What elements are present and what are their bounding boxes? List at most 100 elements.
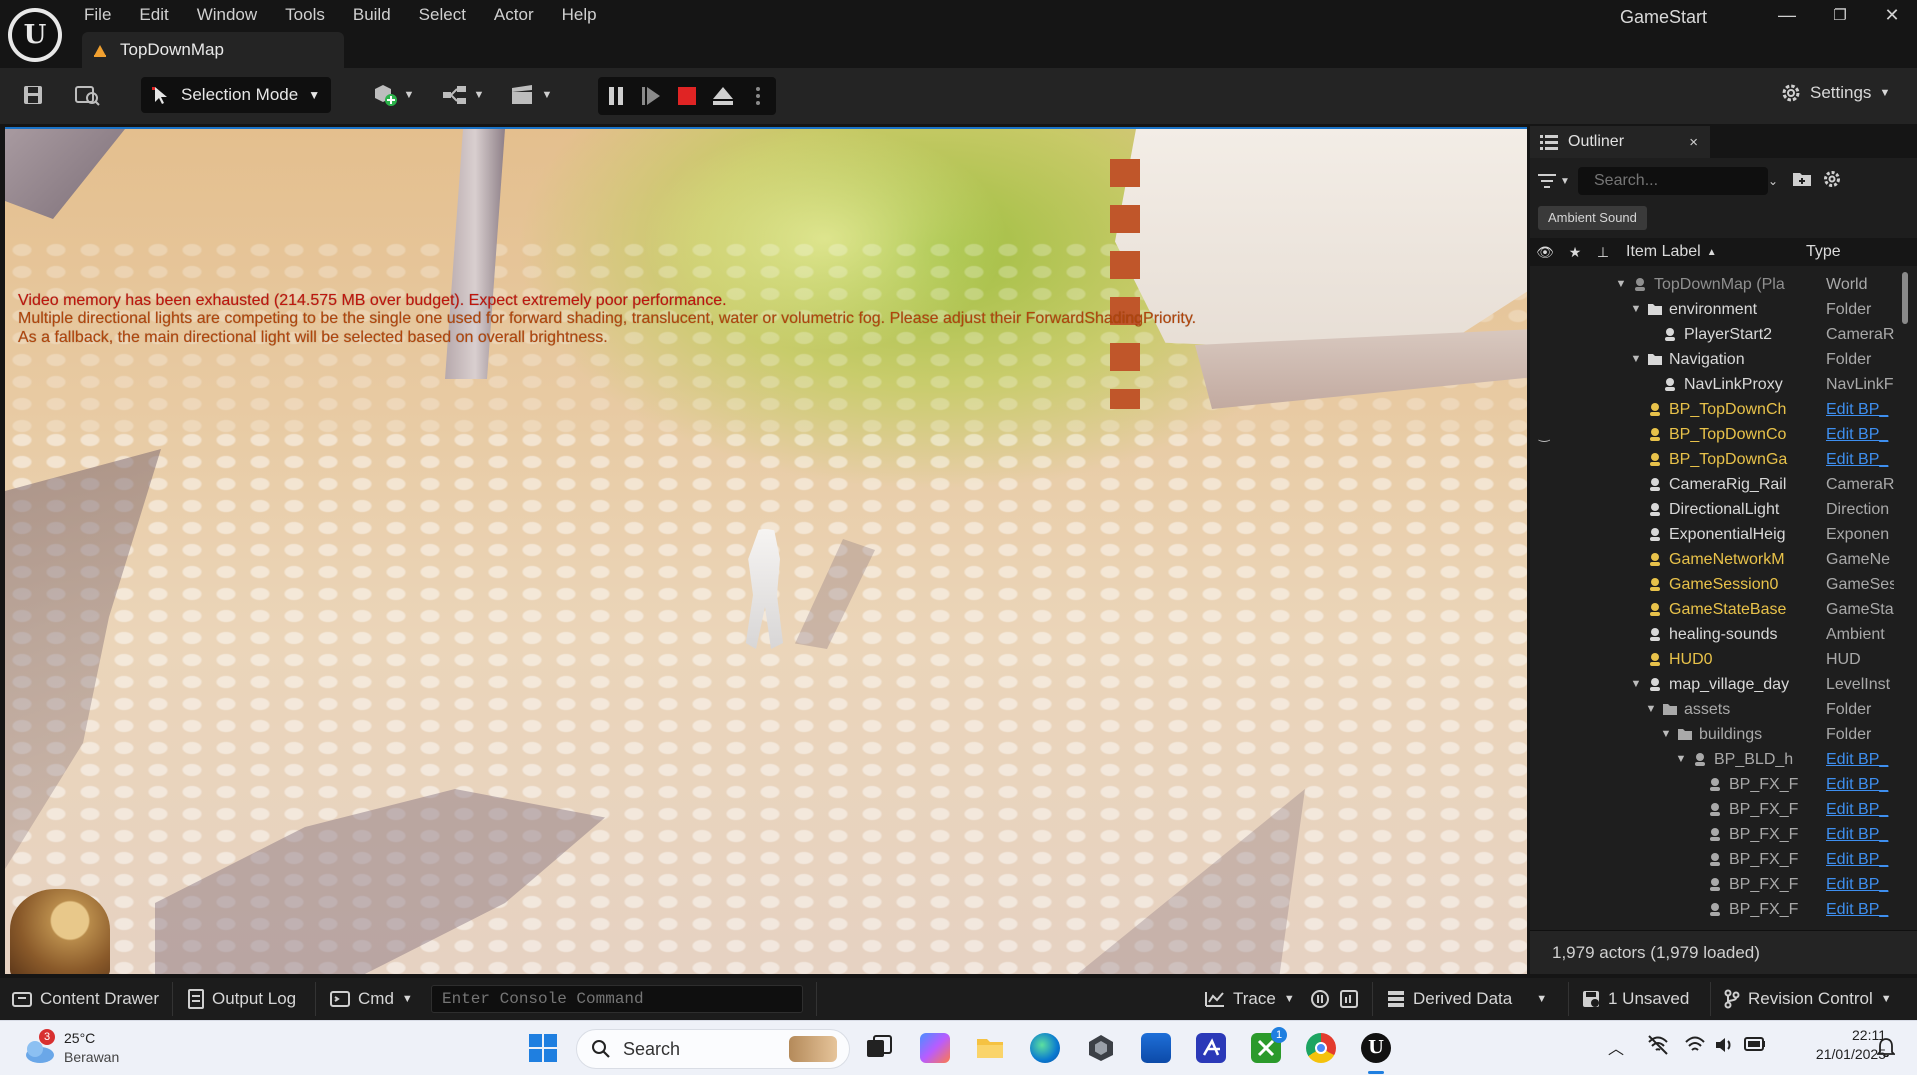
- expand-arrow-icon[interactable]: ▼: [1629, 672, 1643, 697]
- gear-icon[interactable]: [1822, 169, 1842, 194]
- filter-chip-ambient-sound[interactable]: Ambient Sound: [1538, 206, 1647, 230]
- cmd-dropdown[interactable]: Cmd ▼: [330, 978, 413, 1020]
- outliner-row[interactable]: ▼ assets Folder: [1530, 697, 1897, 722]
- edit-blueprint-link[interactable]: Edit BP_: [1826, 872, 1894, 897]
- edge-browser-icon[interactable]: [1030, 1033, 1060, 1063]
- edit-blueprint-link[interactable]: Edit BP_: [1826, 822, 1894, 847]
- edit-blueprint-link[interactable]: Edit BP_: [1826, 847, 1894, 872]
- battery-icon[interactable]: [1744, 1037, 1766, 1056]
- microsoft-store-icon[interactable]: [1141, 1033, 1171, 1063]
- outliner-row[interactable]: ExponentialHeig Exponen: [1530, 522, 1897, 547]
- revision-control-dropdown[interactable]: Revision Control ▼: [1724, 978, 1892, 1020]
- visual-studio-code-icon[interactable]: [1196, 1033, 1226, 1063]
- network-off-icon[interactable]: [1646, 1033, 1670, 1062]
- cinematics-icon[interactable]: ▼: [508, 76, 554, 114]
- star-icon[interactable]: ★: [1560, 244, 1590, 261]
- outliner-row[interactable]: ‿ BP_TopDownCo Edit BP_: [1530, 422, 1897, 447]
- close-icon[interactable]: ×: [1689, 134, 1698, 151]
- outliner-row[interactable]: BP_FX_F Edit BP_: [1530, 897, 1897, 922]
- content-browser-icon[interactable]: [72, 76, 104, 114]
- scrollbar-thumb[interactable]: [1902, 272, 1908, 324]
- expand-arrow-icon[interactable]: ▼: [1629, 347, 1643, 372]
- outliner-row[interactable]: ▼ map_village_day LevelInst: [1530, 672, 1897, 697]
- edit-blueprint-link[interactable]: Edit BP_: [1826, 772, 1894, 797]
- edit-blueprint-link[interactable]: Edit BP_: [1826, 397, 1894, 422]
- xbox-icon[interactable]: 1: [1251, 1027, 1287, 1063]
- expand-arrow-icon[interactable]: ▼: [1629, 297, 1643, 322]
- outliner-row[interactable]: BP_TopDownCh Edit BP_: [1530, 397, 1897, 422]
- selection-mode-dropdown[interactable]: Selection Mode ▼: [141, 77, 331, 113]
- unsaved-button[interactable]: 1 Unsaved: [1582, 978, 1689, 1020]
- outliner-row[interactable]: BP_FX_F Edit BP_: [1530, 822, 1897, 847]
- outliner-row[interactable]: ▼ environment Folder: [1530, 297, 1897, 322]
- outliner-row[interactable]: GameSession0 GameSes: [1530, 572, 1897, 597]
- column-item-label[interactable]: Item Label ▲: [1616, 243, 1806, 261]
- menu-edit[interactable]: Edit: [125, 0, 182, 30]
- menu-select[interactable]: Select: [405, 0, 480, 30]
- outliner-row[interactable]: BP_FX_F Edit BP_: [1530, 772, 1897, 797]
- derived-data-dropdown[interactable]: Derived Data ▼: [1387, 978, 1547, 1020]
- content-drawer-button[interactable]: Content Drawer: [12, 978, 159, 1020]
- tab-outliner[interactable]: Outliner ×: [1530, 126, 1710, 158]
- console-command-input[interactable]: [431, 985, 803, 1013]
- eject-icon[interactable]: [705, 77, 741, 115]
- copilot-icon[interactable]: [920, 1033, 950, 1063]
- level-viewport[interactable]: Video memory has been exhausted (214.575…: [5, 127, 1527, 974]
- clock[interactable]: 22:11 21/01/2025: [1790, 1027, 1886, 1062]
- pause-icon[interactable]: [598, 77, 634, 115]
- save-icon[interactable]: [18, 76, 48, 114]
- expand-arrow-icon[interactable]: ▼: [1614, 272, 1628, 297]
- outliner-row[interactable]: BP_FX_F Edit BP_: [1530, 847, 1897, 872]
- menu-tools[interactable]: Tools: [271, 0, 339, 30]
- outliner-row[interactable]: healing-sounds Ambient: [1530, 622, 1897, 647]
- search-input[interactable]: [1594, 172, 1766, 190]
- outliner-row[interactable]: BP_TopDownGa Edit BP_: [1530, 447, 1897, 472]
- outliner-row[interactable]: BP_FX_F Edit BP_: [1530, 797, 1897, 822]
- outliner-search-box[interactable]: ⌄: [1578, 167, 1778, 195]
- filter-icon[interactable]: ▼: [1530, 173, 1578, 189]
- settings-button[interactable]: Settings ▼: [1780, 82, 1890, 104]
- output-log-button[interactable]: Output Log: [188, 978, 296, 1020]
- pin-icon[interactable]: ⊥: [1590, 244, 1616, 261]
- edit-blueprint-link[interactable]: Edit BP_: [1826, 797, 1894, 822]
- more-options-icon[interactable]: [740, 77, 776, 115]
- blueprint-icon[interactable]: ▼: [440, 76, 486, 114]
- menu-help[interactable]: Help: [548, 0, 611, 30]
- stop-icon[interactable]: [669, 77, 705, 115]
- file-explorer-icon[interactable]: [975, 1033, 1005, 1063]
- notification-bell-icon[interactable]: [1875, 1037, 1897, 1062]
- outliner-row[interactable]: ▼ TopDownMap (Pla World: [1530, 272, 1897, 297]
- menu-window[interactable]: Window: [183, 0, 271, 30]
- outliner-row[interactable]: GameStateBase GameSta: [1530, 597, 1897, 622]
- chrome-icon[interactable]: [1306, 1033, 1336, 1063]
- chevron-down-icon[interactable]: ⌄: [1768, 174, 1778, 188]
- minimize-button[interactable]: —: [1762, 0, 1812, 30]
- expand-arrow-icon[interactable]: ▼: [1644, 697, 1658, 722]
- record-icon[interactable]: [1310, 978, 1330, 1020]
- unity-hub-icon[interactable]: [1086, 1033, 1116, 1063]
- edit-blueprint-link[interactable]: Edit BP_: [1826, 897, 1894, 922]
- expand-arrow-icon[interactable]: ▼: [1674, 747, 1688, 772]
- new-folder-icon[interactable]: [1792, 170, 1812, 193]
- volume-icon[interactable]: [1714, 1035, 1734, 1060]
- outliner-row[interactable]: GameNetworkM GameNe: [1530, 547, 1897, 572]
- outliner-row[interactable]: ▼ Navigation Folder: [1530, 347, 1897, 372]
- tab-topdownmap[interactable]: TopDownMap: [82, 32, 344, 68]
- outliner-row[interactable]: PlayerStart2 CameraR: [1530, 322, 1897, 347]
- menu-file[interactable]: File: [70, 0, 125, 30]
- outliner-row[interactable]: DirectionalLight Direction: [1530, 497, 1897, 522]
- outliner-row[interactable]: ▼ buildings Folder: [1530, 722, 1897, 747]
- close-button[interactable]: ✕: [1867, 0, 1917, 30]
- unreal-engine-taskbar-icon[interactable]: U: [1361, 1033, 1391, 1074]
- trace-dropdown[interactable]: Trace ▼: [1205, 978, 1295, 1020]
- unreal-logo-icon[interactable]: U: [8, 8, 62, 62]
- edit-blueprint-link[interactable]: Edit BP_: [1826, 447, 1894, 472]
- show-hidden-icons[interactable]: ︿: [1608, 1035, 1624, 1059]
- restore-button[interactable]: ❐: [1815, 0, 1865, 30]
- outliner-row[interactable]: HUD0 HUD: [1530, 647, 1897, 672]
- column-type[interactable]: Type: [1806, 243, 1841, 261]
- expand-arrow-icon[interactable]: ▼: [1659, 722, 1673, 747]
- wifi-icon[interactable]: [1684, 1035, 1706, 1060]
- taskbar-search[interactable]: Search: [576, 1029, 850, 1069]
- menu-actor[interactable]: Actor: [480, 0, 548, 30]
